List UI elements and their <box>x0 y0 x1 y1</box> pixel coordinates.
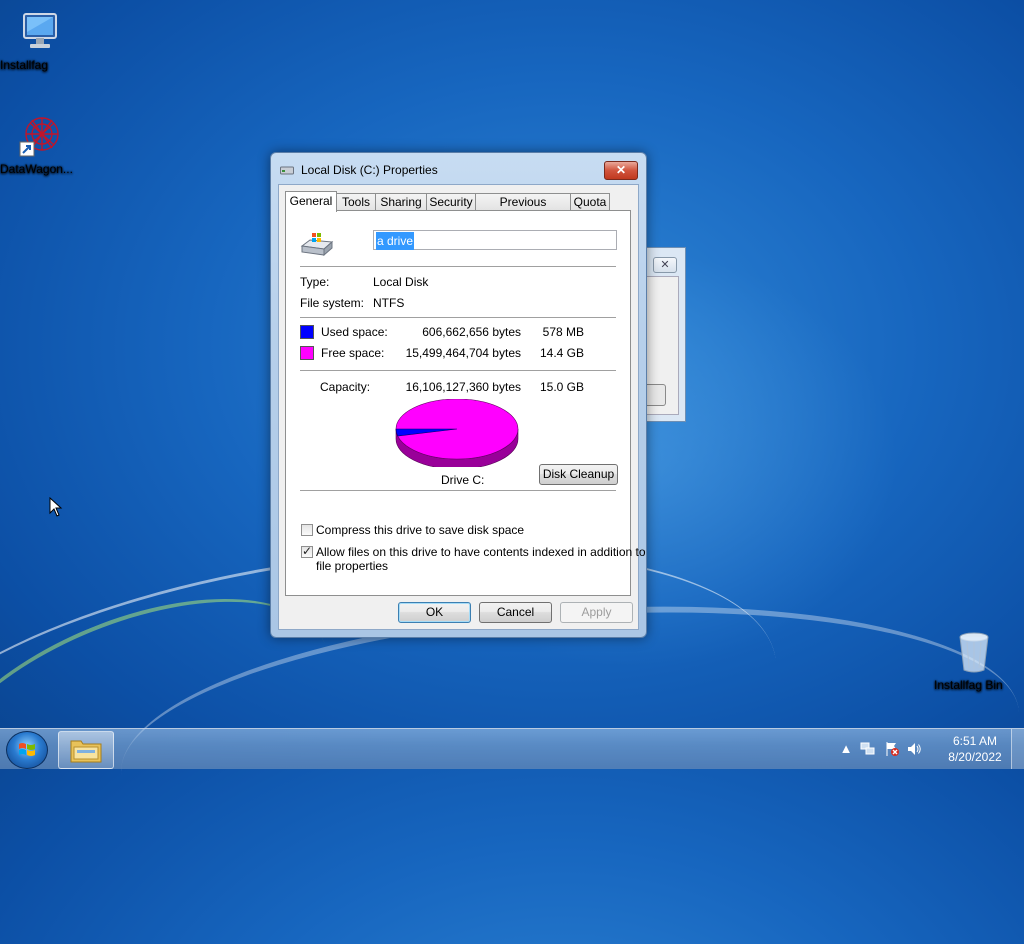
desktop-icon-label: DataWagon... <box>0 162 73 176</box>
index-label-line1[interactable]: Allow files on this drive to have conten… <box>316 545 646 559</box>
type-label: Type: <box>300 275 330 289</box>
tab-tools[interactable]: Tools <box>336 193 376 211</box>
desktop-icon-recycle-bin[interactable]: Installfag Bin <box>934 630 1014 692</box>
used-space-size: 578 MB <box>542 325 584 339</box>
window-title: Local Disk (C:) Properties <box>301 163 438 177</box>
start-button[interactable] <box>6 731 48 769</box>
tab-quota[interactable]: Quota <box>570 193 610 211</box>
ok-button[interactable]: OK <box>398 602 471 623</box>
tab-general[interactable]: General <box>285 191 337 212</box>
folder-icon <box>70 740 102 763</box>
show-hidden-icons-icon[interactable]: ▲ <box>838 741 854 757</box>
capacity-bytes: 16,106,127,360 bytes <box>405 380 521 394</box>
tab-security[interactable]: Security <box>426 193 476 211</box>
close-button[interactable]: ✕ <box>604 161 638 180</box>
recycle-bin-icon <box>952 630 996 674</box>
separator <box>300 317 616 319</box>
system-tray: ▲ 6:51 AM 8/20/2022 <box>834 729 1024 769</box>
computer-monitor-icon <box>18 10 62 54</box>
clock[interactable]: 6:51 AM 8/20/2022 <box>940 733 1010 765</box>
separator <box>300 370 616 372</box>
filesystem-label: File system: <box>300 296 365 310</box>
capacity-size: 15.0 GB <box>539 380 584 394</box>
title-bar[interactable]: Local Disk (C:) Properties ✕ <box>271 153 646 185</box>
apply-button[interactable]: Apply <box>560 602 633 623</box>
network-icon[interactable] <box>860 741 876 757</box>
desktop-icon-installfag[interactable]: Installfag <box>0 10 80 72</box>
background-dialog-button[interactable] <box>645 384 666 406</box>
free-space-swatch <box>300 346 314 360</box>
mouse-cursor-icon <box>49 497 63 517</box>
drive-caption: Drive C: <box>441 473 485 487</box>
free-space-bytes: 15,499,464,704 bytes <box>405 346 521 360</box>
taskbar: ▲ 6:51 AM 8/20/2022 <box>0 728 1024 769</box>
capacity-label: Capacity: <box>320 380 371 394</box>
separator <box>300 266 616 268</box>
windows-logo-icon <box>19 743 35 756</box>
drive-icon <box>280 166 294 175</box>
close-icon[interactable]: ✕ <box>653 257 677 273</box>
action-center-flag-icon[interactable] <box>884 741 900 757</box>
dialog-client: General Tools Sharing Security Previous … <box>278 184 646 630</box>
desktop-icon-label: Installfag Bin <box>934 678 1003 692</box>
clock-time: 6:51 AM <box>952 734 998 748</box>
disk-usage-pie-chart <box>395 399 519 467</box>
clock-date: 8/20/2022 <box>948 750 1002 764</box>
tab-previous-versions[interactable]: Previous Versions <box>475 193 571 226</box>
free-space-label: Free space: <box>321 346 385 360</box>
desktop-icon-datawagon[interactable]: DataWagon... <box>0 114 80 176</box>
separator <box>300 490 616 492</box>
general-panel: a drive Type: Local Disk File system: NT… <box>285 210 646 596</box>
index-checkbox[interactable] <box>301 544 313 558</box>
volume-icon[interactable] <box>906 741 922 757</box>
type-value: Local Disk <box>373 275 429 289</box>
show-desktop-button[interactable] <box>1011 729 1024 769</box>
tab-sharing[interactable]: Sharing <box>375 193 427 211</box>
background-dialog[interactable]: ✕ <box>645 247 686 422</box>
cancel-button[interactable]: Cancel <box>479 602 552 623</box>
drive-name-value: a drive <box>376 232 415 250</box>
filesystem-value: NTFS <box>373 296 405 310</box>
desktop-icon-label: Installfag <box>0 58 49 72</box>
disk-cleanup-button[interactable]: Disk Cleanup <box>539 464 618 485</box>
shortcut-app-icon <box>18 114 62 158</box>
properties-dialog[interactable]: Local Disk (C:) Properties ✕ General Too… <box>270 152 647 638</box>
compress-label[interactable]: Compress this drive to save disk space <box>316 523 524 537</box>
index-label-line2[interactable]: file properties <box>316 559 388 573</box>
used-space-swatch <box>300 325 314 339</box>
taskbar-explorer-button[interactable] <box>58 731 114 769</box>
free-space-size: 14.4 GB <box>539 346 584 360</box>
drive-icon <box>300 233 334 257</box>
used-space-bytes: 606,662,656 bytes <box>422 325 521 339</box>
used-space-label: Used space: <box>321 325 388 339</box>
drive-name-input[interactable]: a drive <box>373 230 617 250</box>
compress-checkbox[interactable] <box>301 524 313 536</box>
